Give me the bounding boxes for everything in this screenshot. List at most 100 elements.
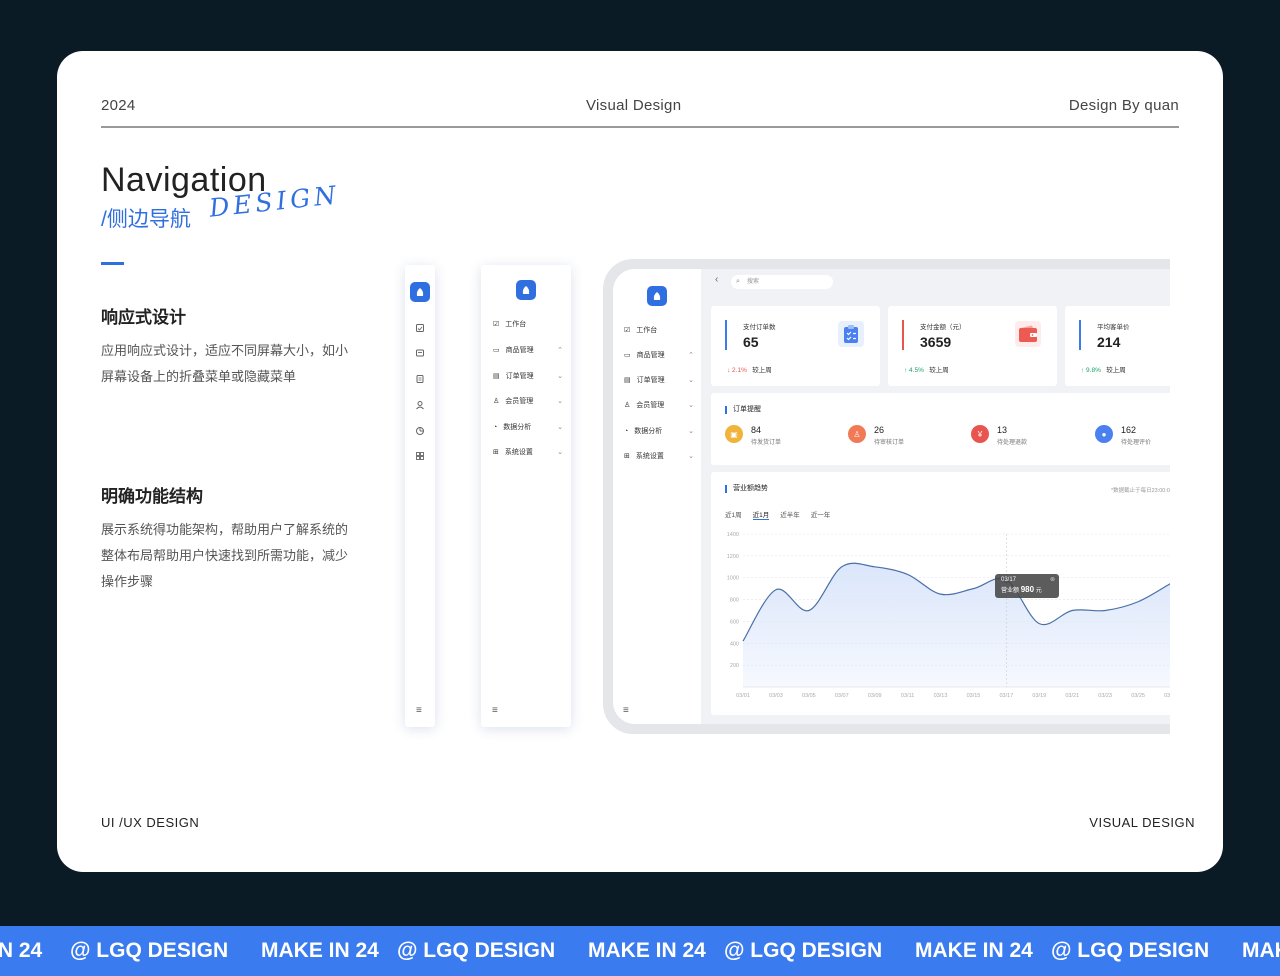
x-tick-label: 03/17 (1000, 693, 1014, 699)
stat-accent-bar (902, 320, 904, 350)
menu-item-orders[interactable]: ▤ 订单管理 ⌄ (493, 371, 563, 381)
reminder-count: 84 (751, 425, 762, 435)
marquee-text: @ LGQ DESIGN (70, 939, 229, 962)
wallet-icon (1015, 321, 1041, 347)
chevron-down-icon: ⌄ (557, 398, 563, 405)
page-subtitle: /侧边导航 (101, 208, 191, 231)
text-line: 屏幕设备上的折叠菜单或隐藏菜单 (101, 369, 297, 384)
order-reminder-panel: 订单提醒 ▣ 84 待发货订单 ♙ 26 待审核订单 ¥ 13 待处理退款 ● 162… (711, 393, 1170, 465)
reminder-item[interactable]: ¥ 13 待处理退款 (971, 425, 1027, 446)
reminder-label: 待发货订单 (751, 440, 782, 446)
analytics-icon: ◔ (493, 423, 498, 431)
order-icon[interactable] (415, 371, 425, 383)
accent-dash (101, 262, 124, 265)
marquee-text: MAKE IN 24 (588, 939, 706, 962)
x-tick-label: 03/01 (736, 693, 750, 699)
menu-item-members[interactable]: ♙ 会员管理 ⌄ (624, 400, 694, 410)
menu-item-analytics[interactable]: ◔ 数据分析 ⌄ (624, 426, 694, 436)
clipboard-check-icon (838, 321, 864, 347)
menu-item-members[interactable]: ♙ 会员管理 ⌄ (493, 396, 563, 406)
x-tick-label: 03/25 (1131, 693, 1145, 699)
marquee-text: @ LGQ DESIGN (397, 939, 556, 962)
workbench-icon[interactable] (415, 320, 425, 332)
collapse-menu-icon[interactable]: ≡ (416, 705, 422, 716)
chevron-down-icon: ⌄ (557, 424, 563, 431)
x-tick-label: 03/07 (835, 693, 849, 699)
x-tick-label: 03/21 (1065, 693, 1079, 699)
x-tick-label: 03/11 (901, 693, 914, 699)
menu-label: 数据分析 (634, 428, 663, 435)
collapse-menu-icon[interactable]: ≡ (492, 705, 498, 716)
menu-item-settings[interactable]: ⊞ 系统设置 ⌄ (624, 451, 694, 461)
search-placeholder: 搜索 (747, 279, 760, 285)
member-icon[interactable] (415, 397, 425, 410)
workbench-icon: ☑ (493, 321, 500, 328)
menu-label: 系统设置 (504, 449, 533, 456)
chevron-down-icon: ⌄ (557, 373, 563, 380)
menu-item-analytics[interactable]: ◔ 数据分析 ⌄ (493, 422, 563, 432)
y-tick-label: 200 (730, 663, 739, 669)
stat-card-avg-price: 平均客单价 214 ↑ 9.8% 较上周 (1065, 306, 1170, 386)
member-icon: ♙ (624, 402, 631, 409)
order-icon: ▤ (493, 373, 500, 380)
dashboard-sidebar: ☑ 工作台 ▭ 商品管理 ⌃ ▤ 订单管理 ⌄ ♙ 会员管理 ⌄ ◔ 数据分析 ⌄ ⊞ 系统设置 ⌄ … (613, 269, 701, 724)
menu-label: 工作台 (505, 321, 527, 328)
stat-accent-bar (725, 320, 727, 350)
collapse-menu-icon[interactable]: ≡ (623, 705, 629, 716)
expanded-sidebar: ☑ 工作台 ▭ 商品管理 ⌃ ▤ 订单管理 ⌄ ♙ 会员管理 ⌄ ◔ 数据分析 ⌄ ⊞ 系统设置 ⌄ … (481, 265, 571, 727)
reminder-item[interactable]: ● 162 待处理评价 (1095, 425, 1151, 446)
app-logo-icon[interactable] (516, 280, 536, 300)
stat-value: 3659 (920, 334, 952, 350)
x-tick-label: 03/23 (1098, 693, 1112, 699)
trend-value: ↑ 4.5% (904, 367, 924, 374)
stat-accent-bar (1079, 320, 1081, 350)
product-icon: ▭ (493, 347, 500, 354)
inbox-icon: ▣ (725, 425, 743, 443)
header-title: Visual Design (586, 97, 682, 114)
app-logo-icon[interactable] (410, 282, 430, 302)
app-logo-icon[interactable] (647, 286, 667, 306)
revenue-trend-panel: 营业额趋势 *数据截止于每日23:00:00 近1周 近1月 近半年 近一年 2… (711, 472, 1170, 715)
text-line: 操作步骤 (101, 574, 154, 589)
menu-item-settings[interactable]: ⊞ 系统设置 ⌄ (493, 447, 563, 457)
marquee-text: MAKE IN 24 (915, 939, 1033, 962)
x-tick-label: 03/27 (1164, 693, 1170, 699)
marquee-text: IN 24 (0, 939, 43, 962)
refund-icon: ¥ (971, 425, 989, 443)
reminder-count: 13 (997, 425, 1008, 435)
menu-item-workbench[interactable]: ☑ 工作台 (624, 325, 694, 335)
revenue-area-chart: 200 400 600 800 1000 1200 1400 03/01 03/03 03/05 0… (727, 532, 1170, 699)
reminder-count: 162 (1121, 425, 1137, 435)
tooltip-unit: 元 (1035, 588, 1042, 594)
tooltip-label: 营业额 (1001, 588, 1020, 594)
marquee-text: @ LGQ DESIGN (1051, 939, 1210, 962)
tooltip-value: 980 (1020, 585, 1035, 594)
reminder-label: 待处理评价 (1121, 440, 1152, 446)
reminder-item[interactable]: ♙ 26 待审核订单 (848, 425, 904, 446)
search-input[interactable]: ⌕ 搜索 (731, 275, 833, 289)
stat-trend: ↓ 2.1% 较上周 (727, 364, 772, 374)
product-icon[interactable] (415, 345, 425, 357)
menu-item-products[interactable]: ▭ 商品管理 ⌃ (493, 345, 563, 355)
menu-item-workbench[interactable]: ☑ 工作台 (493, 319, 563, 329)
y-tick-label: 1200 (727, 554, 739, 560)
menu-label: 商品管理 (636, 352, 665, 359)
menu-item-products[interactable]: ▭ 商品管理 ⌃ (624, 350, 694, 360)
reminder-item[interactable]: ▣ 84 待发货订单 (725, 425, 781, 446)
settings-icon[interactable] (415, 448, 425, 460)
chevron-up-icon: ⌃ (557, 347, 563, 354)
menu-label: 系统设置 (635, 453, 664, 460)
chevron-down-icon: ⌄ (557, 449, 563, 456)
stat-value: 214 (1097, 334, 1121, 350)
analytics-icon[interactable] (415, 423, 425, 435)
header-author: Design By quan (1068, 97, 1179, 114)
back-icon[interactable]: ‹ (715, 274, 718, 285)
footer-right: VISUAL DESIGN (1089, 815, 1195, 830)
stamp-icon: ♙ (848, 425, 866, 443)
menu-item-orders[interactable]: ▤ 订单管理 ⌄ (624, 375, 694, 385)
menu-label: 会员管理 (505, 398, 534, 405)
menu-label: 会员管理 (636, 402, 665, 409)
close-icon[interactable]: ⊗ (1050, 576, 1055, 583)
x-tick-label: 03/05 (802, 693, 816, 699)
user-review-icon: ● (1095, 425, 1113, 443)
